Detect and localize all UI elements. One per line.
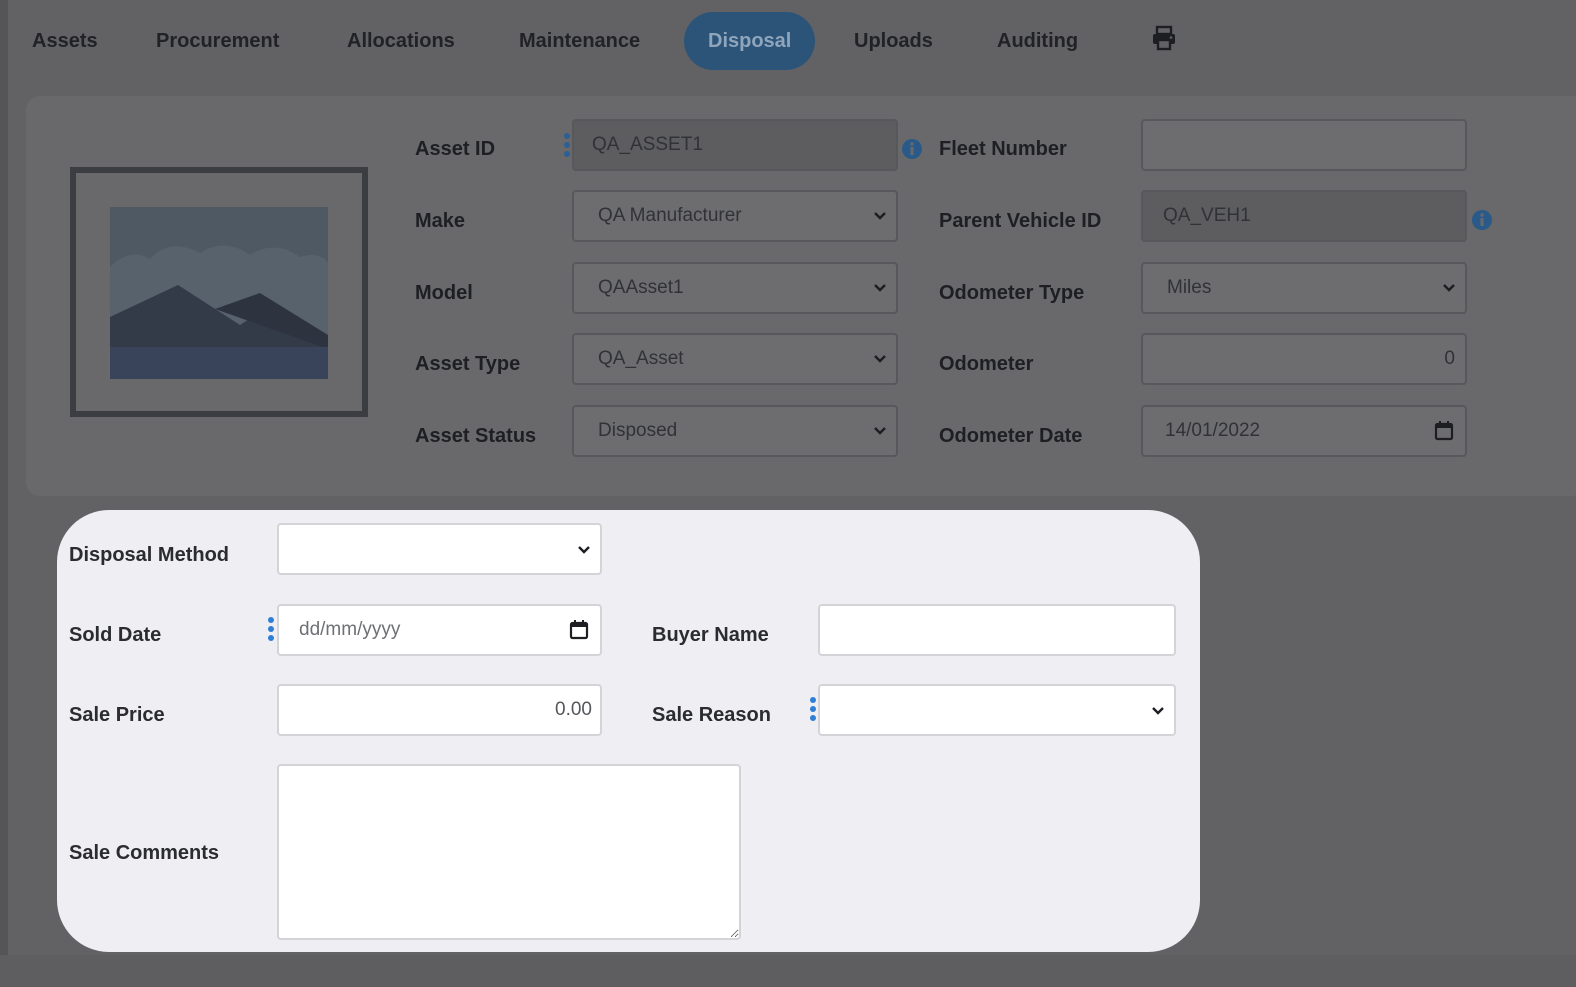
asset-status-value: Disposed <box>598 420 678 441</box>
odometer-type-select[interactable]: Miles <box>1141 262 1467 314</box>
buyer-name-field[interactable] <box>818 604 1176 656</box>
more-options-icon[interactable] <box>563 132 571 158</box>
sale-comments-label: Sale Comments <box>69 842 220 864</box>
disposal-details-card: Disposal Method Sold Date dd/mm/yyyy Buy… <box>57 510 1200 952</box>
sale-reason-label: Sale Reason <box>652 704 771 726</box>
printer-icon[interactable] <box>1150 24 1178 52</box>
page-edge <box>0 0 8 987</box>
chevron-down-icon <box>578 546 590 554</box>
tab-bar: Assets Procurement Allocations Maintenan… <box>8 0 1576 80</box>
fleet-number-field[interactable] <box>1141 119 1467 171</box>
asset-id-field[interactable]: QA_ASSET1 <box>572 119 898 171</box>
tab-uploads[interactable]: Uploads <box>830 12 957 70</box>
tab-auditing[interactable]: Auditing <box>973 12 1102 70</box>
chevron-down-icon <box>1443 284 1455 292</box>
disposal-method-select[interactable] <box>277 523 602 575</box>
parent-vehicle-id-label: Parent Vehicle ID <box>939 210 1102 232</box>
asset-type-label: Asset Type <box>415 353 521 375</box>
sale-comments-textarea[interactable] <box>277 764 741 940</box>
odometer-date-label: Odometer Date <box>939 425 1083 447</box>
more-options-icon[interactable] <box>267 616 275 642</box>
tab-allocations[interactable]: Allocations <box>323 12 479 70</box>
asset-id-label: Asset ID <box>415 138 496 160</box>
model-label: Model <box>415 282 473 304</box>
odometer-type-value: Miles <box>1167 277 1212 298</box>
parent-vehicle-id-field[interactable]: QA_VEH1 <box>1141 190 1467 242</box>
chevron-down-icon <box>1152 707 1164 715</box>
buyer-name-label: Buyer Name <box>652 624 769 646</box>
chevron-down-icon <box>874 427 886 435</box>
sale-price-field[interactable]: 0.00 <box>277 684 602 736</box>
tab-disposal[interactable]: Disposal <box>684 12 816 70</box>
tab-maintenance[interactable]: Maintenance <box>495 12 664 70</box>
more-options-icon[interactable] <box>809 696 817 722</box>
sold-date-label: Sold Date <box>69 624 162 646</box>
page-footer-strip <box>0 955 1576 987</box>
asset-image-placeholder-icon[interactable] <box>70 167 368 417</box>
fleet-number-label: Fleet Number <box>939 138 1067 160</box>
odometer-label: Odometer <box>939 353 1034 375</box>
model-value: QAAsset1 <box>598 277 684 298</box>
chevron-down-icon <box>874 355 886 363</box>
sold-date-field[interactable]: dd/mm/yyyy <box>277 604 602 656</box>
model-select[interactable]: QAAsset1 <box>572 262 898 314</box>
asset-type-select[interactable]: QA_Asset <box>572 333 898 385</box>
make-select[interactable]: QA Manufacturer <box>572 190 898 242</box>
calendar-icon[interactable] <box>1433 420 1455 442</box>
chevron-down-icon <box>874 212 886 220</box>
tab-assets[interactable]: Assets <box>8 12 122 70</box>
asset-status-select[interactable]: Disposed <box>572 405 898 457</box>
make-label: Make <box>415 210 466 232</box>
odometer-type-label: Odometer Type <box>939 282 1085 304</box>
asset-type-value: QA_Asset <box>598 348 684 369</box>
chevron-down-icon <box>874 284 886 292</box>
disposal-method-label: Disposal Method <box>69 544 230 566</box>
info-icon[interactable] <box>901 138 923 160</box>
asset-status-label: Asset Status <box>415 425 537 447</box>
calendar-icon[interactable] <box>568 619 590 641</box>
info-icon[interactable] <box>1471 209 1493 231</box>
make-value: QA Manufacturer <box>598 205 742 226</box>
odometer-date-value: 14/01/2022 <box>1165 420 1261 441</box>
tab-procurement[interactable]: Procurement <box>132 12 303 70</box>
sale-reason-select[interactable] <box>818 684 1176 736</box>
odometer-field[interactable]: 0 <box>1141 333 1467 385</box>
odometer-date-field[interactable]: 14/01/2022 <box>1141 405 1467 457</box>
sale-price-label: Sale Price <box>69 704 165 726</box>
sold-date-placeholder: dd/mm/yyyy <box>299 619 401 640</box>
